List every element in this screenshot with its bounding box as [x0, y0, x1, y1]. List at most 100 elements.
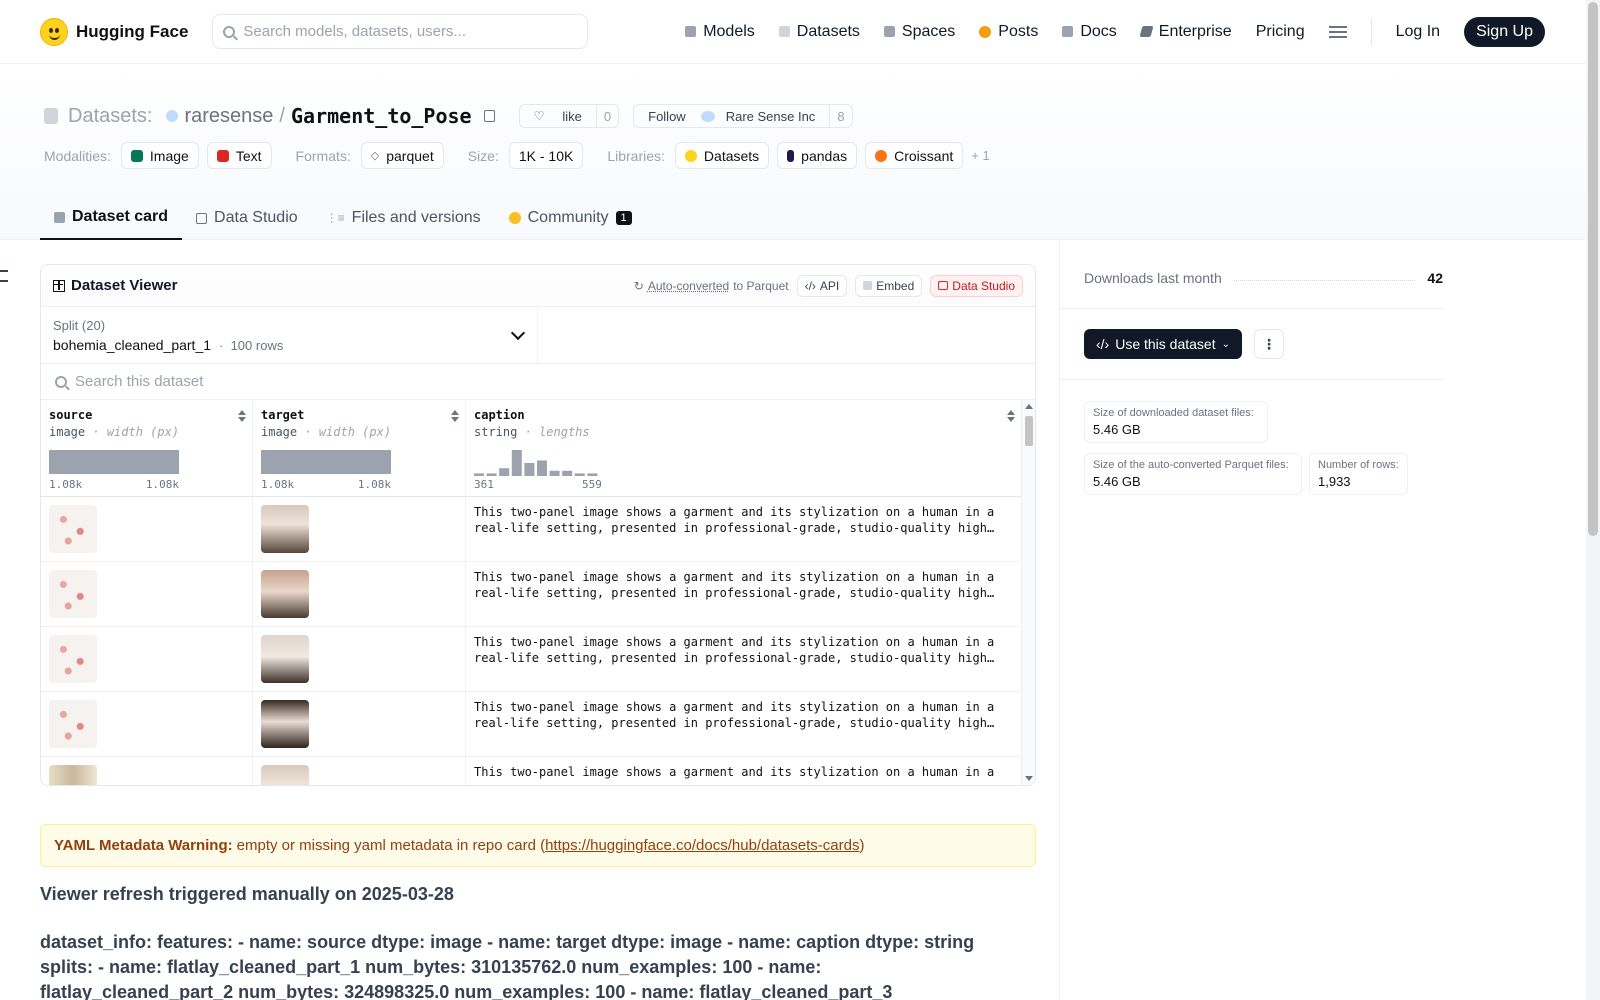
split-selector[interactable]: Split (20) bohemia_cleaned_part_1 · 100 r… — [41, 307, 538, 363]
hist-max: 1.08k — [145, 478, 179, 491]
more-menu-icon[interactable] — [1328, 25, 1347, 38]
global-search-input[interactable]: Search models, datasets, users... — [212, 14, 589, 49]
sidebar-toggle-icon[interactable] — [0, 270, 8, 282]
tab-data-studio[interactable]: Data Studio — [182, 196, 312, 240]
page-scrollbar[interactable] — [1586, 0, 1600, 1000]
embed-button[interactable]: Embed — [855, 274, 923, 297]
column-name: source — [49, 408, 93, 422]
caption-cell[interactable]: This two-panel image shows a garment and… — [466, 562, 1022, 626]
target-image-thumbnail[interactable] — [261, 635, 309, 683]
nav-models[interactable]: Models — [685, 23, 755, 41]
size-value: 1K - 10K — [518, 147, 574, 164]
dataset-tabs: Dataset card Data Studio ⋮≡ Files and ver… — [40, 196, 646, 240]
use-this-dataset-button[interactable]: ‹/› Use this dataset ⌄ — [1084, 329, 1242, 359]
caption-cell[interactable]: This two-panel image shows a garment and… — [466, 757, 1022, 785]
scroll-up-icon[interactable] — [1025, 404, 1033, 409]
nav-datasets[interactable]: Datasets — [778, 23, 860, 41]
tab-dataset-card[interactable]: Dataset card — [40, 196, 183, 240]
library-pandas-label: pandas — [801, 147, 848, 164]
brand-logo[interactable]: Hugging Face — [40, 17, 188, 46]
warning-link[interactable]: https://huggingface.co/docs/hub/datasets… — [545, 837, 859, 854]
table-row[interactable]: This two-panel image shows a garment and… — [41, 627, 1035, 692]
follow-button[interactable]: Follow Rare Sense Inc 8 — [633, 104, 853, 128]
table-row[interactable]: This two-panel image shows a garment and… — [41, 692, 1035, 757]
downloads-value: 42 — [1427, 270, 1443, 286]
login-link[interactable]: Log In — [1396, 23, 1440, 41]
target-image-thumbnail[interactable] — [261, 700, 309, 748]
like-button[interactable]: ♡ like 0 — [518, 104, 620, 128]
source-cell[interactable] — [41, 692, 253, 756]
target-cell[interactable] — [253, 562, 466, 626]
target-cell[interactable] — [253, 692, 466, 756]
viewer-title: Dataset Viewer — [71, 277, 178, 294]
table-scrollbar[interactable] — [1021, 400, 1035, 785]
caption-cell[interactable]: This two-panel image shows a garment and… — [466, 692, 1022, 756]
stat-label: Size of the auto-converted Parquet files… — [1093, 459, 1289, 471]
source-image-thumbnail[interactable] — [49, 765, 97, 785]
caption-cell[interactable]: This two-panel image shows a garment and… — [466, 497, 1022, 561]
code-icon: ‹/› — [1096, 336, 1110, 352]
modality-text-tag[interactable]: Text — [206, 142, 272, 169]
source-image-thumbnail[interactable] — [49, 635, 97, 683]
table-row[interactable]: This two-panel image shows a garment and… — [41, 757, 1035, 785]
sidebar-divider — [1060, 379, 1444, 380]
target-cell[interactable] — [253, 757, 466, 785]
parquet-size-stat: Size of the auto-converted Parquet files… — [1084, 453, 1302, 495]
text-icon — [216, 149, 229, 162]
library-pandas-tag[interactable]: pandas — [777, 142, 858, 169]
column-type: string — [474, 425, 518, 439]
sort-icon[interactable] — [238, 410, 246, 422]
column-header-target[interactable]: target image · width (px) 1.08k 1.08k — [253, 400, 466, 496]
source-image-thumbnail[interactable] — [49, 700, 97, 748]
tab-community[interactable]: Community 1 — [495, 196, 646, 240]
source-cell[interactable] — [41, 562, 253, 626]
caption-cell[interactable]: This two-panel image shows a garment and… — [466, 627, 1022, 691]
section-label[interactable]: Datasets: — [68, 105, 152, 128]
column-header-source[interactable]: source image · width (px) 1.08k 1.08k — [41, 400, 253, 496]
owner-link[interactable]: raresense — [184, 105, 273, 128]
sort-icon[interactable] — [451, 410, 459, 422]
target-cell[interactable] — [253, 497, 466, 561]
scrollbar-thumb[interactable] — [1025, 416, 1033, 446]
api-button[interactable]: ‹/› API — [796, 274, 848, 297]
tab-files-and-versions[interactable]: ⋮≡ Files and versions — [312, 196, 495, 240]
files-icon: ⋮≡ — [325, 211, 345, 225]
search-icon — [223, 25, 236, 38]
format-parquet-tag[interactable]: ◇ parquet — [360, 142, 444, 169]
more-libraries[interactable]: + 1 — [971, 148, 989, 163]
sort-icon[interactable] — [1007, 410, 1015, 422]
more-options-button[interactable]: ⋮ — [1254, 329, 1284, 359]
source-cell[interactable] — [41, 757, 253, 785]
nav-spaces[interactable]: Spaces — [883, 23, 955, 41]
target-image-thumbnail[interactable] — [261, 765, 309, 785]
source-image-thumbnail[interactable] — [49, 505, 97, 553]
signup-button[interactable]: Sign Up — [1464, 16, 1545, 47]
modality-image-tag[interactable]: Image — [120, 142, 199, 169]
target-image-thumbnail[interactable] — [261, 570, 309, 618]
page-scrollbar-thumb[interactable] — [1588, 2, 1598, 536]
nav-posts[interactable]: Posts — [979, 23, 1038, 41]
target-cell[interactable] — [253, 627, 466, 691]
hist-max: 559 — [582, 478, 602, 491]
source-cell[interactable] — [41, 627, 253, 691]
auto-converted-link[interactable]: ↻ Auto-converted to Parquet — [634, 279, 789, 293]
nav-enterprise[interactable]: Enterprise — [1139, 23, 1232, 41]
dataset-search-input[interactable]: Search this dataset — [41, 364, 1035, 400]
scroll-down-icon[interactable] — [1025, 776, 1033, 781]
size-tag[interactable]: 1K - 10K — [508, 142, 584, 169]
hugging-face-icon — [684, 149, 697, 162]
library-datasets-tag[interactable]: Datasets — [674, 142, 770, 169]
histogram-bin — [499, 468, 510, 476]
table-row[interactable]: This two-panel image shows a garment and… — [41, 497, 1035, 562]
dataset-name[interactable]: Garment_to_Pose — [291, 104, 472, 128]
nav-pricing[interactable]: Pricing — [1256, 23, 1305, 41]
column-header-caption[interactable]: caption string · lengths 361 559 — [466, 400, 1022, 496]
source-cell[interactable] — [41, 497, 253, 561]
nav-docs[interactable]: Docs — [1062, 23, 1117, 41]
library-croissant-tag[interactable]: Croissant — [865, 142, 964, 169]
data-studio-button[interactable]: Data Studio — [930, 274, 1023, 297]
target-image-thumbnail[interactable] — [261, 505, 309, 553]
source-image-thumbnail[interactable] — [49, 570, 97, 618]
table-row[interactable]: This two-panel image shows a garment and… — [41, 562, 1035, 627]
copy-icon[interactable] — [483, 110, 495, 122]
